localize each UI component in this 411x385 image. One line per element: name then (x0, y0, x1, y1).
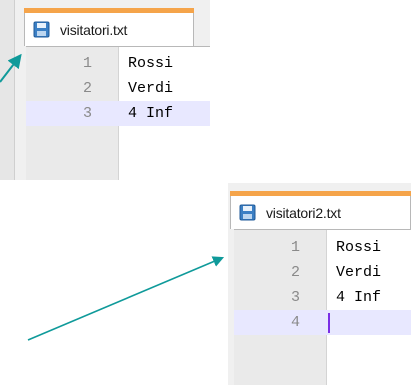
tab-label: visitatori.txt (60, 21, 128, 38)
editor-line: 1 Rossi (234, 235, 411, 260)
tab-label: visitatori2.txt (266, 204, 341, 221)
text-editor[interactable]: 1 Rossi 2 Verdi 3 4 Inf 4 (234, 229, 411, 385)
line-text: Verdi (336, 264, 382, 281)
line-text: 4 Inf (336, 289, 382, 306)
line-text: Rossi (128, 55, 174, 72)
editor-line: 2 Verdi (26, 76, 210, 101)
editor-line: 2 Verdi (234, 260, 411, 285)
line-number: 3 (82, 105, 92, 122)
editor-line: 1 Rossi (26, 51, 210, 76)
tab-visitatori[interactable]: visitatori.txt (24, 8, 194, 46)
line-text: Verdi (128, 80, 174, 97)
editor-line-current: 4 (234, 310, 411, 335)
line-number: 2 (82, 80, 92, 97)
editor-line: 3 4 Inf (234, 285, 411, 310)
arrow-to-bottom-editor (27, 256, 225, 341)
line-number: 1 (82, 55, 92, 72)
text-caret (328, 313, 330, 333)
line-number: 1 (290, 239, 300, 256)
text-editor[interactable]: 1 Rossi 2 Verdi 3 4 Inf (26, 46, 210, 180)
editor-snippet-visitatori: visitatori.txt 1 Rossi 2 Verdi 3 4 Inf (0, 0, 210, 180)
line-number: 3 (290, 289, 300, 306)
line-text: 4 Inf (128, 105, 174, 122)
line-number: 2 (290, 264, 300, 281)
save-file-icon (239, 204, 256, 221)
tab-visitatori2[interactable]: visitatori2.txt (230, 191, 411, 229)
save-file-icon (33, 21, 50, 38)
line-text: Rossi (336, 239, 382, 256)
line-number: 4 (290, 314, 300, 331)
editor-line-current: 3 4 Inf (26, 101, 210, 126)
editor-snippet-visitatori2: visitatori2.txt 1 Rossi 2 Verdi 3 4 Inf … (228, 183, 411, 385)
editor-side-strip (0, 0, 15, 180)
